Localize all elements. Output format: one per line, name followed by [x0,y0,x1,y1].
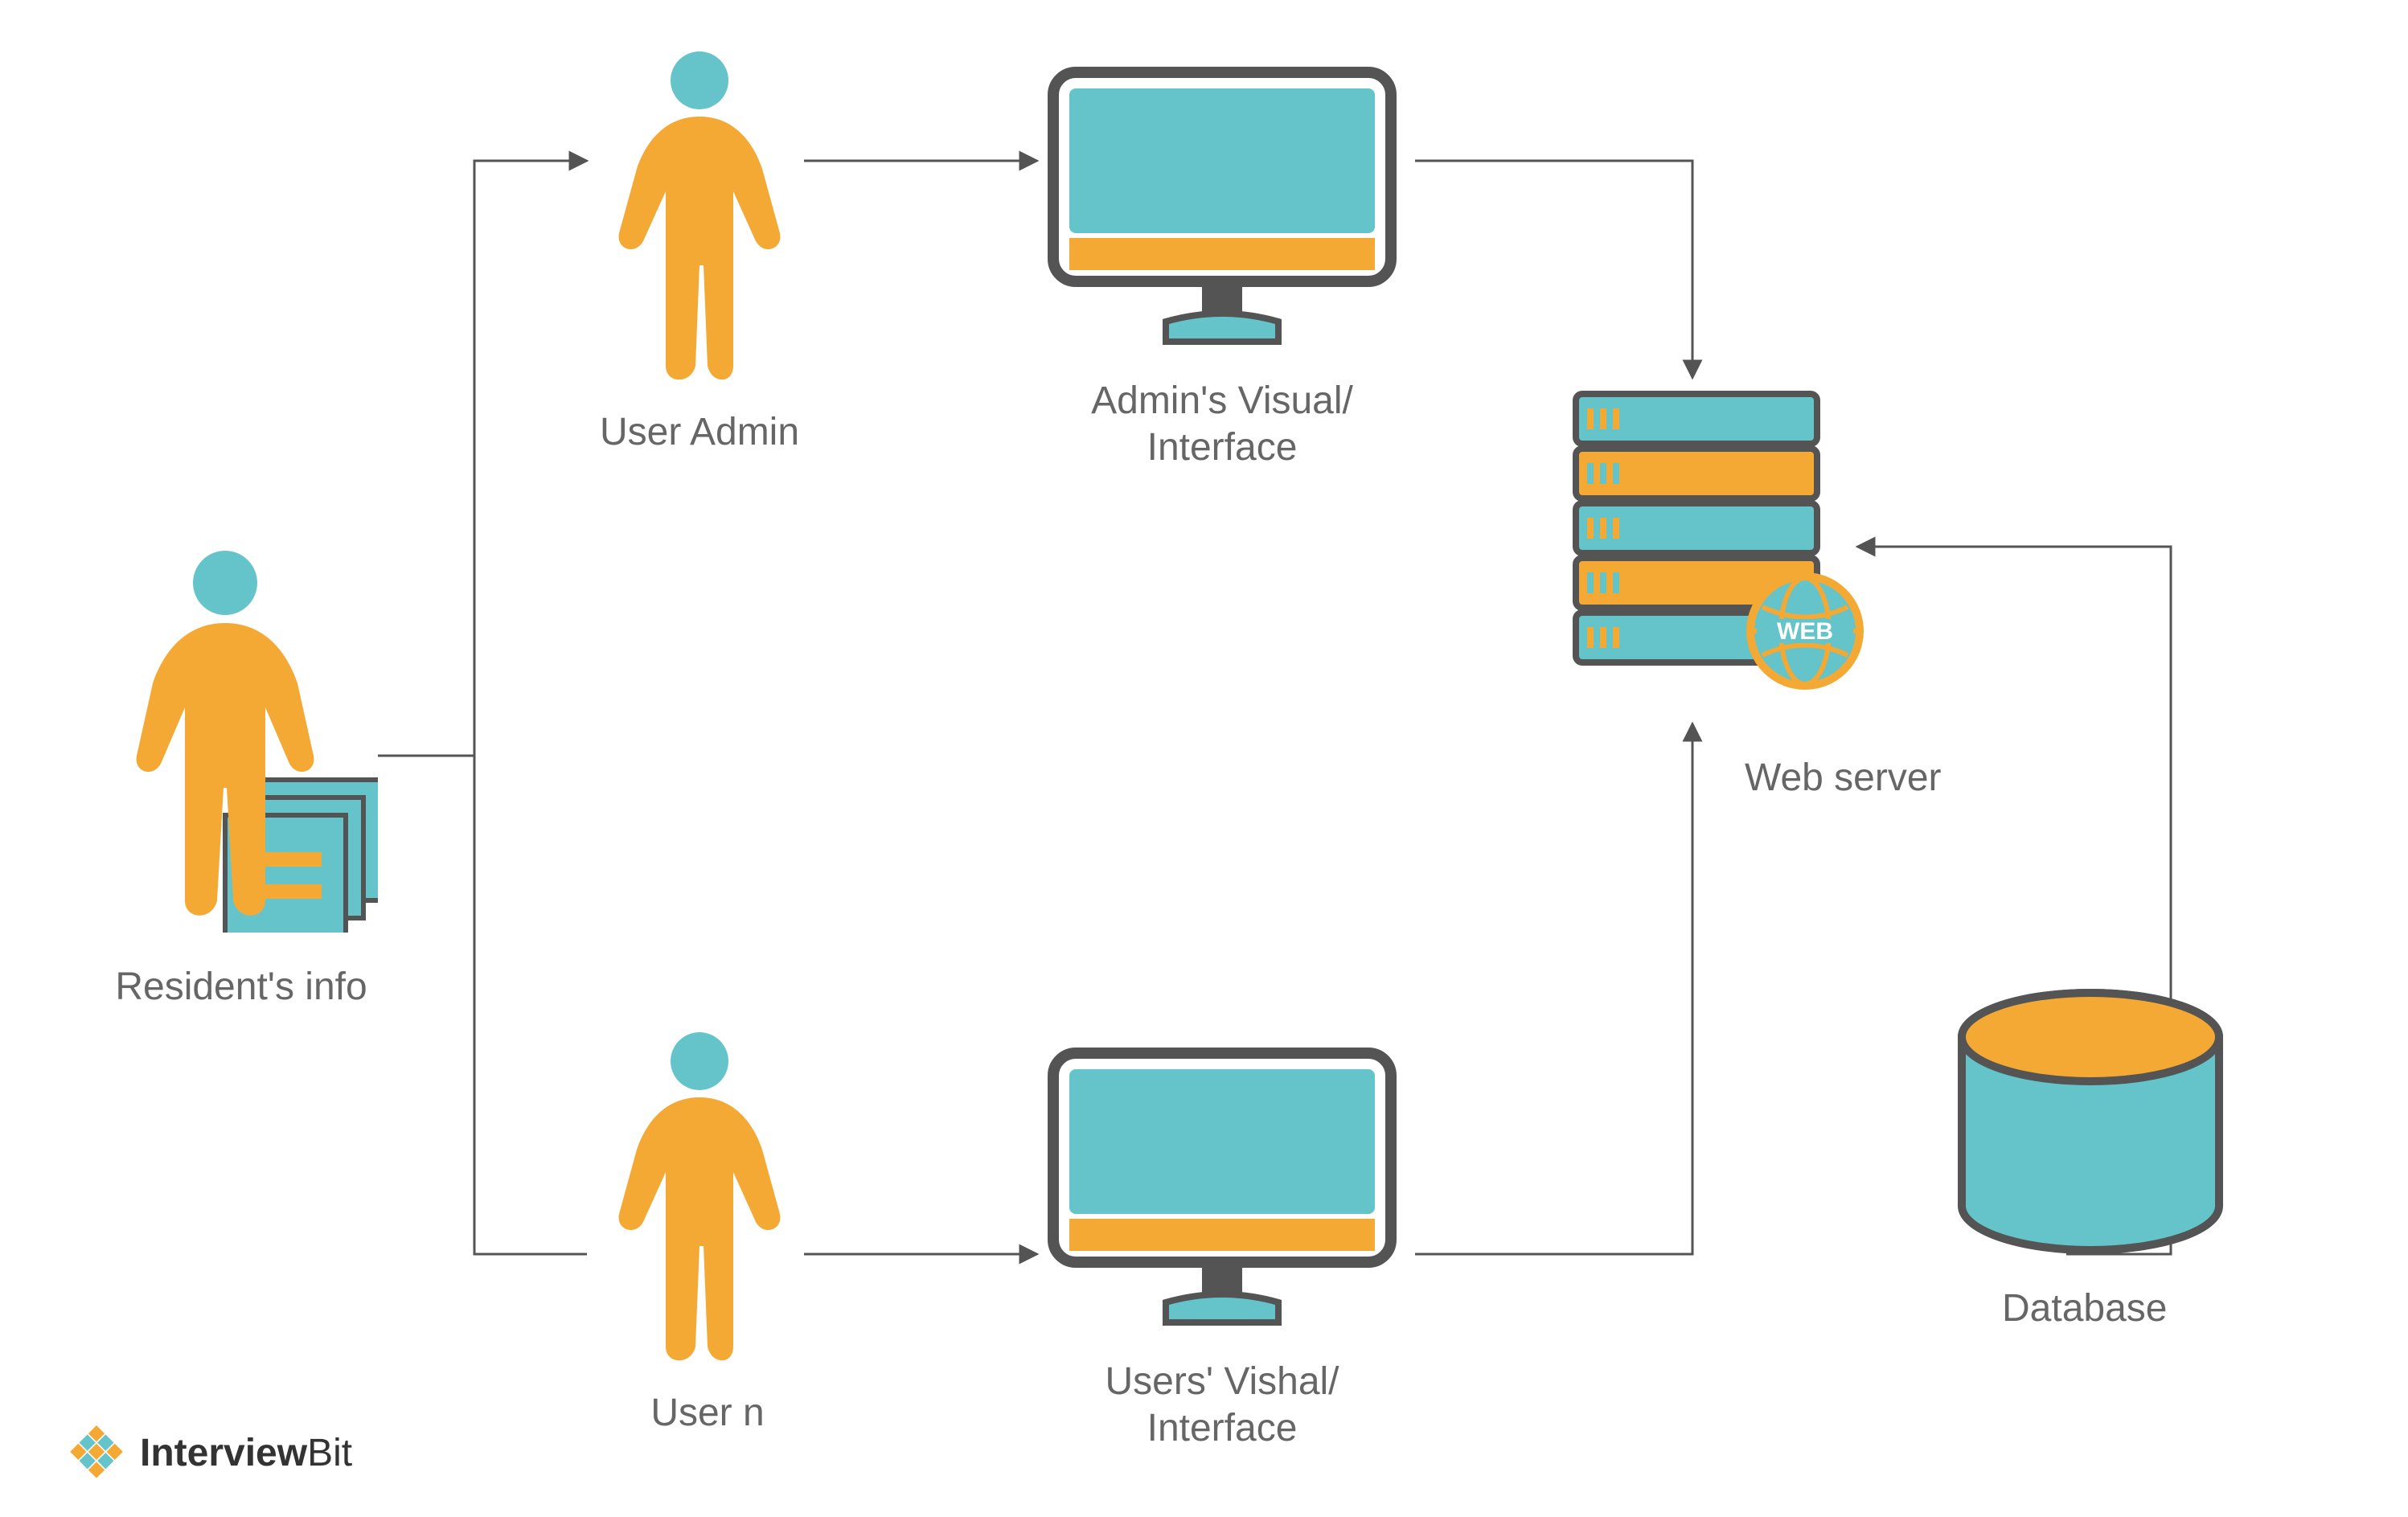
resident-label: Resident's info [88,965,394,1009]
admin-interface-icon [1045,64,1399,358]
user-interface-label: Users' Vishal/Interface [1069,1359,1375,1451]
web-server-label: Web server [1745,756,1942,800]
user-n-icon [595,1029,804,1371]
logo-icon [64,1421,129,1485]
user-n-label: User n [611,1391,804,1435]
web-badge-text: WEB [1777,618,1833,645]
resident-icon [105,547,378,937]
database-icon [1954,989,2227,1266]
admin-interface-label: Admin's Visual/Interface [1069,378,1375,470]
user-interface-icon [1045,1045,1399,1339]
brand-logo: InterviewBit [64,1421,352,1485]
database-label: Database [2002,1286,2167,1330]
web-server-icon: WEB [1560,386,1865,728]
user-admin-icon [595,48,804,390]
user-admin-label: User Admin [587,410,812,454]
brand-text: InterviewBit [140,1431,352,1475]
